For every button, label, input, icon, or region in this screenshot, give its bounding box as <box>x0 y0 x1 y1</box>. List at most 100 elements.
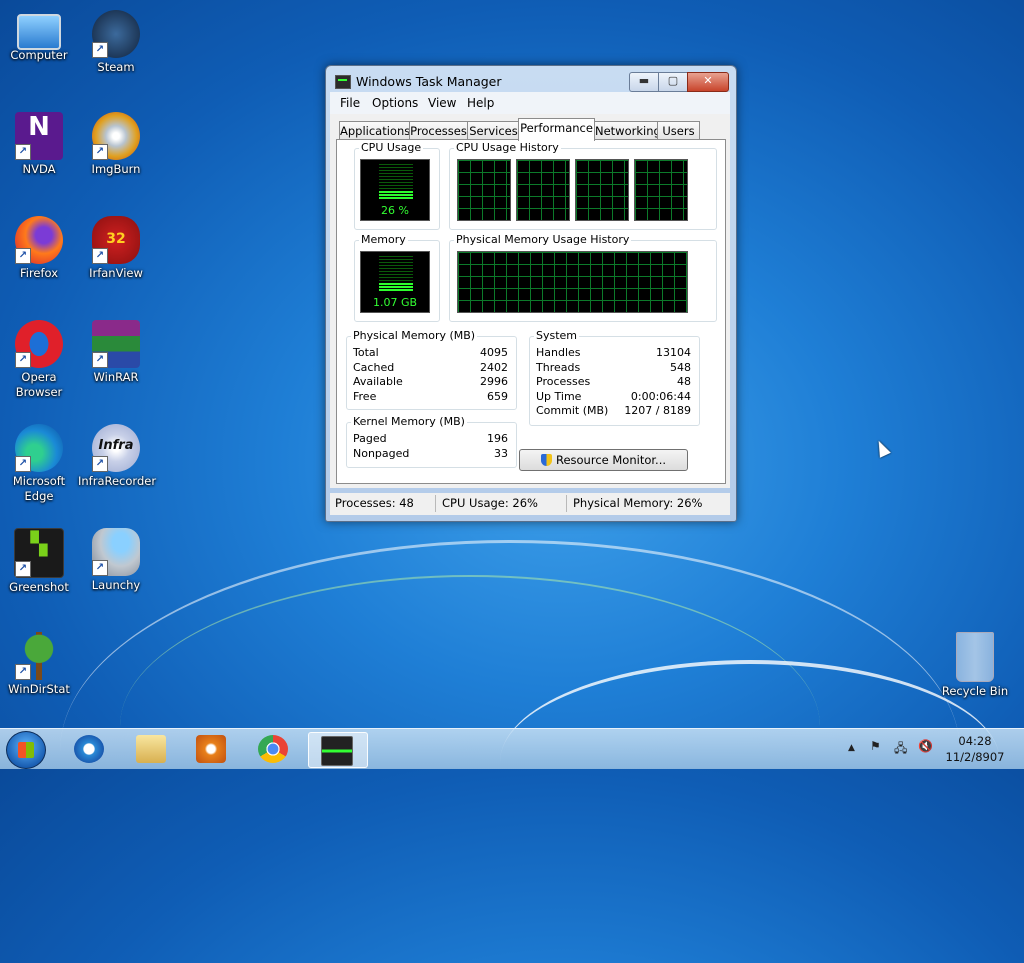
chrome-icon <box>258 735 288 763</box>
volume-muted-icon[interactable]: 🔇 <box>918 739 933 753</box>
stat-row: Nonpaged 33 <box>353 447 508 460</box>
performance-panel: CPU Usage 26 % CPU Usage History Memory <box>336 139 726 484</box>
launchy-icon: ↗ <box>92 528 140 576</box>
status-divider <box>435 495 436 512</box>
menu-bar: File Options View Help <box>330 92 730 114</box>
start-button[interactable] <box>6 731 46 769</box>
stat-row: Cached 2402 <box>353 361 508 374</box>
physical-memory-label: Physical Memory (MB) <box>351 329 478 342</box>
cpu-history-graph-core-4 <box>634 159 688 221</box>
close-button[interactable]: ✕ <box>687 72 729 92</box>
cpu-usage-group: CPU Usage 26 % <box>354 141 440 230</box>
stat-row: Total 4095 <box>353 346 508 359</box>
menu-help[interactable]: Help <box>467 96 494 110</box>
stat-row: Available 2996 <box>353 375 508 388</box>
taskbar-chrome[interactable] <box>246 732 300 766</box>
desktop-icon-opera[interactable]: ↗ Opera Browser <box>1 320 77 400</box>
stat-row: Processes 48 <box>536 375 691 388</box>
folder-icon <box>136 735 166 763</box>
action-center-flag-icon[interactable]: ⚑ <box>870 739 881 753</box>
physical-memory-group: Physical Memory (MB) Total 4095 Cached 240… <box>346 329 517 410</box>
tab-container: Applications Processes Services Performa… <box>330 114 730 488</box>
steam-icon: ↗ <box>92 10 140 58</box>
stat-row: Commit (MB) 1207 / 8189 <box>536 404 691 417</box>
internet-explorer-icon <box>74 735 104 763</box>
kernel-memory-group: Kernel Memory (MB) Paged 196 Nonpaged 33 <box>346 415 517 468</box>
window-title: Windows Task Manager <box>356 74 502 89</box>
taskbar-media-player[interactable] <box>184 732 238 766</box>
desktop-icon-greenshot[interactable]: ▚ ↗ Greenshot <box>1 528 77 595</box>
tab-applications[interactable]: Applications <box>339 121 410 140</box>
tab-services[interactable]: Services <box>467 121 520 140</box>
cpu-usage-value: 26 % <box>381 204 409 217</box>
desktop-icon-computer[interactable]: Computer <box>1 10 77 63</box>
resource-monitor-button[interactable]: Resource Monitor... <box>519 449 688 471</box>
cpu-history-label: CPU Usage History <box>454 141 561 154</box>
cpu-history-graph-core-2 <box>516 159 570 221</box>
edge-icon: ↗ <box>15 424 63 472</box>
cpu-history-group: CPU Usage History <box>449 141 717 230</box>
computer-icon <box>17 14 61 50</box>
nvda-icon: N ↗ <box>15 112 63 160</box>
stat-row: Paged 196 <box>353 432 508 445</box>
status-memory: Physical Memory: 26% <box>573 496 703 510</box>
menu-view[interactable]: View <box>428 96 456 110</box>
maximize-button[interactable]: ▢ <box>658 72 688 92</box>
desktop-icon-windirstat[interactable]: ↗ WinDirStat <box>1 632 77 697</box>
task-manager-icon <box>335 75 351 89</box>
desktop-icon-recycle-bin[interactable]: Recycle Bin <box>937 632 1013 699</box>
desktop-icon-launchy[interactable]: ↗ Launchy <box>78 528 154 593</box>
desktop-icon-nvda[interactable]: N ↗ NVDA <box>1 112 77 177</box>
taskbar-clock[interactable]: 04:28 11/2/8907 <box>940 733 1010 765</box>
memory-label: Memory <box>359 233 408 246</box>
stat-row: Free 659 <box>353 390 508 403</box>
system-label: System <box>534 329 580 342</box>
greenshot-icon: ▚ ↗ <box>14 528 64 578</box>
recycle-bin-icon <box>956 632 994 682</box>
irfanview-icon: 32 ↗ <box>92 216 140 264</box>
minimize-button[interactable]: ▬ <box>629 72 659 92</box>
tab-users[interactable]: Users <box>657 121 700 140</box>
menu-file[interactable]: File <box>340 96 360 110</box>
stat-row: Threads 548 <box>536 361 691 374</box>
memory-history-graph <box>457 251 688 313</box>
desktop-icon-irfanview[interactable]: 32 ↗ IrfanView <box>78 216 154 281</box>
tab-processes[interactable]: Processes <box>409 121 468 140</box>
memory-meter-fill <box>379 283 413 292</box>
imgburn-icon: ↗ <box>92 112 140 160</box>
desktop-icon-infrarecorder[interactable]: Infra ↗ InfraRecorder <box>78 424 156 489</box>
media-player-icon <box>196 735 226 763</box>
cpu-history-graph-core-3 <box>575 159 629 221</box>
mouse-cursor-icon <box>873 438 891 458</box>
cpu-usage-label: CPU Usage <box>359 141 424 154</box>
taskbar-internet-explorer[interactable] <box>62 732 116 766</box>
desktop-icon-steam[interactable]: ↗ Steam <box>78 10 154 75</box>
taskbar-explorer[interactable] <box>124 732 178 766</box>
memory-history-label: Physical Memory Usage History <box>454 233 632 246</box>
status-divider <box>566 495 567 512</box>
desktop-icon-winrar[interactable]: ↗ WinRAR <box>78 320 154 385</box>
cpu-usage-meter: 26 % <box>360 159 430 221</box>
tab-networking[interactable]: Networking <box>594 121 661 140</box>
cpu-meter-fill <box>379 191 413 200</box>
winrar-icon: ↗ <box>92 320 140 368</box>
desktop-icon-imgburn[interactable]: ↗ ImgBurn <box>78 112 154 177</box>
status-cpu: CPU Usage: 26% <box>442 496 538 510</box>
desktop-icon-edge[interactable]: ↗ Microsoft Edge <box>1 424 77 504</box>
kernel-memory-label: Kernel Memory (MB) <box>351 415 467 428</box>
opera-icon: ↗ <box>15 320 63 368</box>
task-manager-window[interactable]: Windows Task Manager ▬ ▢ ✕ File Options … <box>325 65 737 522</box>
show-hidden-icons-button[interactable]: ▲ <box>848 743 855 753</box>
memory-history-group: Physical Memory Usage History <box>449 233 717 322</box>
tab-performance[interactable]: Performance <box>518 118 595 141</box>
uac-shield-icon <box>540 454 552 466</box>
menu-options[interactable]: Options <box>372 96 418 110</box>
taskbar-task-manager[interactable] <box>308 732 368 768</box>
task-manager-icon <box>321 736 353 766</box>
status-bar: Processes: 48 CPU Usage: 26% Physical Me… <box>330 493 730 515</box>
clock-date: 11/2/8907 <box>945 750 1005 764</box>
desktop-icon-firefox[interactable]: ↗ Firefox <box>1 216 77 281</box>
wallpaper-swoosh <box>120 575 820 877</box>
network-icon[interactable]: 🖧 <box>894 739 907 760</box>
firefox-icon: ↗ <box>15 216 63 264</box>
